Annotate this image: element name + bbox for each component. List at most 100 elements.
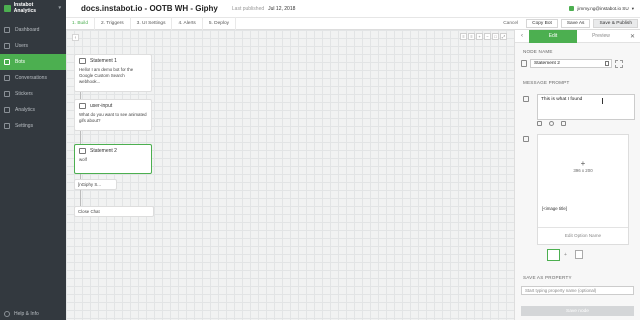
- published-label: Last published: [231, 5, 265, 12]
- align-icon[interactable]: ≡: [460, 33, 467, 40]
- sidebar-item-label: Bots: [15, 59, 26, 65]
- image-card[interactable]: + 396 x 200 [<image title] Edit Option N…: [537, 134, 629, 245]
- flow-node-user-input[interactable]: user-input What do you want to see anima…: [74, 99, 152, 131]
- copy-bot-button[interactable]: Copy Bot: [526, 19, 558, 28]
- sidebar-item-label: Users: [15, 43, 29, 49]
- message-text: This is what I found: [541, 97, 583, 102]
- close-icon[interactable]: ✕: [630, 33, 635, 40]
- node-body: What do you want to see animated gifs ab…: [79, 112, 147, 123]
- sidebar-item-dashboard[interactable]: Dashboard: [0, 22, 66, 38]
- sticker-icon: [4, 91, 10, 97]
- user-email: jimmy.ng@instabot.io SU: [577, 6, 629, 11]
- connector: [80, 92, 81, 99]
- published-date: Jul 12, 2018: [268, 5, 296, 12]
- card-icon: [523, 136, 529, 142]
- text-message-icon: [523, 96, 529, 102]
- image-title-tag: [<image title]: [542, 206, 568, 211]
- image-size: 396 x 200: [573, 168, 593, 173]
- sidebar-item-label: Settings: [15, 123, 34, 129]
- node-title: Statement 2: [90, 148, 117, 154]
- trash-icon[interactable]: [605, 61, 609, 66]
- sidebar-item-label: Conversations: [15, 75, 47, 81]
- chat-icon: [4, 75, 10, 81]
- tab-alerts[interactable]: 4. Alerts: [172, 17, 203, 30]
- user-menu[interactable]: jimmy.ng@instabot.io SU ▾: [569, 6, 634, 12]
- layout-icon[interactable]: ≡: [468, 33, 475, 40]
- zoom-out-icon[interactable]: −: [484, 33, 491, 40]
- sidebar-item-analytics[interactable]: Analytics: [0, 102, 66, 118]
- node-name-input[interactable]: Statement 2: [530, 59, 612, 68]
- back-arrow-icon[interactable]: ‹: [515, 33, 529, 39]
- node-type-icon: [521, 60, 527, 67]
- message-prompt-input[interactable]: This is what I found: [537, 94, 635, 120]
- flow-node-statement-2[interactable]: Statement 2 wolf: [74, 144, 152, 174]
- flow-node-statement-1[interactable]: Statement 1 Hello! I am demo bot for the…: [74, 54, 152, 92]
- top-bar: docs.instabot.io - OOTB WH - Giphy Last …: [66, 0, 640, 17]
- card-thumb[interactable]: [575, 250, 583, 259]
- connector: [80, 131, 81, 144]
- sidebar-item-stickers[interactable]: Stickers: [0, 86, 66, 102]
- users-icon: [4, 43, 10, 49]
- zoom-in-icon[interactable]: +: [476, 33, 483, 40]
- emoji-icon[interactable]: [549, 121, 554, 126]
- brand-switcher[interactable]: Instabot Analytics ▾: [0, 0, 66, 16]
- page-title: docs.instabot.io - OOTB WH - Giphy: [81, 4, 218, 13]
- dashboard-icon: [4, 27, 10, 33]
- chevron-down-icon: ▾: [631, 5, 634, 11]
- plus-icon: +: [580, 159, 586, 168]
- brand-name: Instabot Analytics: [13, 2, 37, 14]
- flow-node-giphy-search[interactable]: [nGiphy S...: [74, 179, 117, 190]
- canvas-toolbar: ≡ ≡ + − □ ⤢: [460, 33, 507, 40]
- help-link[interactable]: Help & Info: [4, 311, 39, 317]
- node-name-label: NODE NAME: [523, 49, 553, 54]
- image-icon[interactable]: [561, 121, 566, 126]
- save-publish-button[interactable]: Save & Publish: [593, 19, 638, 28]
- chart-icon: [4, 107, 10, 113]
- property-placeholder: Start typing property name (optional): [525, 288, 597, 293]
- edit-option-name[interactable]: Edit Option Name: [538, 233, 628, 238]
- connector: [80, 190, 81, 206]
- text-cursor: [602, 98, 603, 104]
- input-icon: [79, 103, 86, 109]
- sidebar-item-settings[interactable]: Settings: [0, 118, 66, 134]
- save-as-property-label: SAVE AS PROPERTY: [523, 275, 572, 280]
- format-icon[interactable]: [537, 121, 542, 126]
- help-icon: [4, 311, 10, 317]
- save-node-button[interactable]: Save node: [521, 306, 634, 316]
- node-title: user-input: [90, 103, 113, 109]
- cancel-button[interactable]: Cancel: [498, 19, 524, 28]
- sidebar-item-label: Stickers: [15, 91, 33, 97]
- card-selected-thumb[interactable]: [547, 249, 560, 261]
- flow-node-close-chat[interactable]: Close Chat: [74, 206, 154, 217]
- node-body: Hello! I am demo bot for the Google Cust…: [79, 67, 134, 84]
- tab-triggers[interactable]: 2. Triggers: [95, 17, 131, 30]
- node-name-value: Statement 2: [534, 61, 560, 66]
- message-icon: [79, 148, 86, 154]
- node-body: wolf: [79, 157, 87, 162]
- tab-edit[interactable]: Edit: [529, 29, 577, 43]
- help-label: Help & Info: [14, 311, 39, 317]
- collapse-sidebar-icon[interactable]: ‹: [72, 34, 79, 41]
- tab-deploy[interactable]: 5. Deploy: [203, 17, 237, 30]
- fit-screen-icon[interactable]: □: [492, 33, 499, 40]
- bot-icon: [4, 59, 10, 65]
- instabot-logo-icon: [4, 4, 11, 12]
- divider: [538, 227, 628, 228]
- fullscreen-icon[interactable]: ⤢: [500, 33, 507, 40]
- sidebar-item-bots[interactable]: Bots: [0, 54, 66, 70]
- tab-ui-settings[interactable]: 3. UI Settings: [131, 17, 173, 30]
- step-bar: 1. Build 2. Triggers 3. UI Settings 4. A…: [66, 17, 640, 30]
- add-card-button[interactable]: +: [564, 252, 567, 258]
- property-input[interactable]: Start typing property name (optional): [521, 286, 634, 295]
- chevron-down-icon: ▾: [58, 5, 61, 11]
- image-upload[interactable]: + 396 x 200: [538, 159, 628, 174]
- expand-icon[interactable]: [615, 59, 623, 68]
- sidebar-item-conversations[interactable]: Conversations: [0, 70, 66, 86]
- save-as-button[interactable]: Save As: [560, 19, 591, 28]
- flow-canvas[interactable]: ‹ ≡ ≡ + − □ ⤢ Statement 1 Hello! I am de…: [66, 30, 514, 320]
- node-title: Statement 1: [90, 58, 117, 64]
- tab-preview[interactable]: Preview: [577, 30, 625, 43]
- tab-build[interactable]: 1. Build: [66, 17, 95, 30]
- sidebar-item-users[interactable]: Users: [0, 38, 66, 54]
- sidebar-item-label: Analytics: [15, 107, 36, 113]
